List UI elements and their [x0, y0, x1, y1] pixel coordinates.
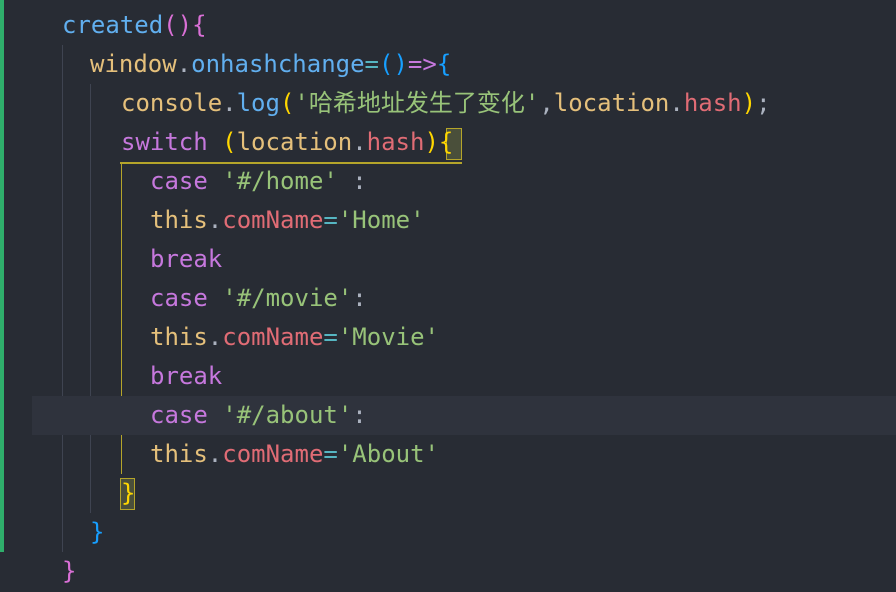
- paren-close: ): [424, 128, 439, 156]
- property-comName: comName: [222, 323, 324, 351]
- code-line-9[interactable]: this.comName='Movie': [150, 318, 439, 357]
- paren-open: (: [279, 89, 295, 117]
- code-line-8[interactable]: case '#/movie':: [150, 279, 367, 318]
- dot: .: [669, 89, 684, 117]
- paren-close: ): [741, 89, 757, 117]
- property-hash: hash: [366, 128, 425, 156]
- paren: (): [163, 11, 193, 39]
- keyword-this: this: [150, 440, 208, 468]
- code-line-13[interactable]: }: [121, 474, 135, 513]
- assign-operator: =: [323, 440, 338, 468]
- keyword-case: case: [150, 167, 208, 195]
- indent-guide-level-2: [90, 84, 91, 513]
- string-literal: '#/movie': [222, 284, 353, 312]
- property-comName: comName: [222, 206, 324, 234]
- code-line-4[interactable]: switch (location.hash){: [121, 123, 453, 162]
- code-line-2[interactable]: window.onhashchange=()=>{: [90, 45, 451, 84]
- code-line-15[interactable]: }: [62, 552, 76, 591]
- identifier-console: console: [121, 89, 223, 117]
- code-line-12[interactable]: this.comName='About': [150, 435, 439, 474]
- keyword-case: case: [150, 401, 208, 429]
- property-comName: comName: [222, 440, 324, 468]
- string-literal: '#/about': [222, 401, 353, 429]
- code-line-6[interactable]: this.comName='Home': [150, 201, 425, 240]
- method-log: log: [236, 89, 280, 117]
- colon: :: [337, 167, 367, 195]
- assign-operator: =: [323, 206, 338, 234]
- dot: .: [352, 128, 367, 156]
- keyword-this: this: [150, 206, 208, 234]
- code-line-1[interactable]: created(){: [62, 6, 207, 45]
- property-hash: hash: [683, 89, 742, 117]
- keyword-break: break: [150, 362, 223, 390]
- brace-close: }: [62, 557, 77, 585]
- identifier-location: location: [236, 128, 353, 156]
- brace-close: }: [121, 479, 136, 507]
- keyword-switch: switch: [121, 128, 208, 156]
- identifier-location: location: [553, 89, 670, 117]
- assign-operator: =: [364, 50, 379, 78]
- git-change-indicator: [0, 0, 4, 552]
- code-line-10[interactable]: break: [150, 357, 222, 396]
- string-literal: 'Movie': [337, 323, 440, 351]
- string-literal: 'About': [337, 440, 440, 468]
- dot: .: [207, 323, 223, 351]
- property-onhashchange: onhashchange: [191, 50, 365, 78]
- brace-open: {: [192, 11, 207, 39]
- colon: :: [352, 401, 367, 429]
- indent-guide-level-1: [62, 45, 63, 552]
- string-literal: 'Home': [337, 206, 425, 234]
- dot: .: [176, 50, 192, 78]
- dot: .: [207, 206, 223, 234]
- keyword-case: case: [150, 284, 208, 312]
- dot: .: [222, 89, 237, 117]
- method-name: created: [62, 11, 164, 39]
- string-literal: '#/home': [222, 167, 338, 195]
- code-line-11[interactable]: case '#/about':: [150, 396, 367, 435]
- brace-open: {: [436, 50, 452, 78]
- code-line-5[interactable]: case '#/home' :: [150, 162, 367, 201]
- string-literal: '哈希地址发生了变化': [294, 89, 540, 117]
- brace-open: {: [438, 128, 454, 156]
- code-editor[interactable]: created(){ window.onhashchange=()=>{ con…: [0, 0, 896, 592]
- comma: ,: [539, 89, 554, 117]
- assign-operator: =: [323, 323, 338, 351]
- keyword-this: this: [150, 323, 208, 351]
- code-line-3[interactable]: console.log('哈希地址发生了变化',location.hash);: [121, 84, 771, 123]
- dot: .: [207, 440, 223, 468]
- semicolon: ;: [756, 89, 771, 117]
- arrow-operator: =>: [407, 50, 437, 78]
- brace-close: }: [90, 518, 105, 546]
- paren-open: (: [222, 128, 237, 156]
- code-line-7[interactable]: break: [150, 240, 222, 279]
- identifier-window: window: [90, 50, 177, 78]
- colon: :: [352, 284, 367, 312]
- paren: (): [379, 50, 408, 78]
- keyword-break: break: [150, 245, 223, 273]
- code-line-14[interactable]: }: [90, 513, 104, 552]
